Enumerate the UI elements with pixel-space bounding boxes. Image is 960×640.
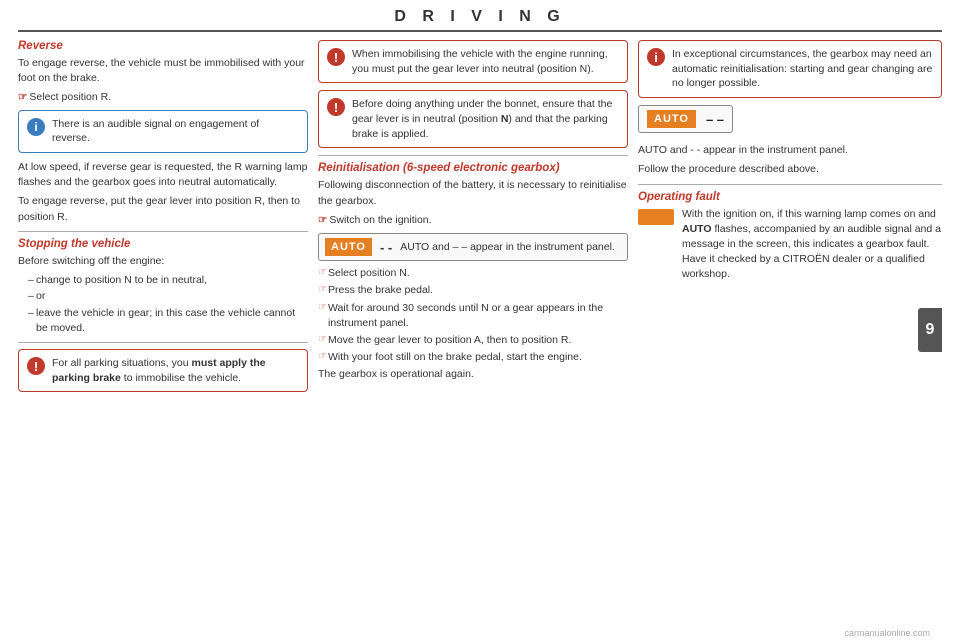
warn-icon-parking: !	[27, 357, 45, 375]
warn-icon-exceptional: i	[647, 48, 665, 66]
right-divider	[638, 184, 942, 185]
reverse-text3: To engage reverse, put the gear lever in…	[18, 194, 308, 224]
immobilise-warn-box: ! When immobilising the vehicle with the…	[318, 40, 628, 83]
operating-fault-content: With the ignition on, if this warning la…	[638, 207, 942, 287]
auto-dash-right: – –	[706, 112, 724, 127]
reinit-text1: Following disconnection of the battery, …	[318, 178, 628, 208]
reinit-step-1: Select position N.	[318, 266, 628, 281]
reinit-steps: Select position N. Press the brake pedal…	[318, 266, 628, 365]
reinit-title: Reinitialisation (6-speed electronic gea…	[318, 162, 628, 174]
reverse-text1: To engage reverse, the vehicle must be i…	[18, 56, 308, 86]
parking-warn-text: For all parking situations, you must app…	[52, 356, 299, 385]
auto-dash: - -	[380, 240, 392, 255]
warn-icon-bonnet: !	[327, 98, 345, 116]
stopping-bullet2: leave the vehicle in gear; in this case …	[28, 306, 308, 336]
stopping-bullet1: change to position N to be in neutral,	[28, 273, 308, 288]
auto-caption: AUTO and – – appear in the instrument pa…	[400, 240, 615, 255]
fault-lamp-indicator	[638, 209, 674, 225]
auto-badge-right: AUTO	[647, 110, 696, 128]
reverse-instruction: ☞Select position R.	[18, 90, 308, 105]
follow-text: Follow the procedure described above.	[638, 162, 942, 177]
page-number: 9	[918, 308, 942, 352]
middle-column: ! When immobilising the vehicle with the…	[318, 40, 628, 620]
stopping-title: Stopping the vehicle	[18, 238, 308, 250]
reverse-info-text: There is an audible signal on engagement…	[52, 117, 299, 146]
info-icon: i	[27, 118, 45, 136]
operating-fault-title: Operating fault	[638, 191, 942, 203]
exceptional-warn-text: In exceptional circumstances, the gearbo…	[672, 47, 933, 91]
reinit-instruction: ☞Switch on the ignition.	[318, 213, 628, 228]
main-content: Reverse To engage reverse, the vehicle m…	[18, 40, 942, 620]
reverse-title: Reverse	[18, 40, 308, 52]
right-column: i In exceptional circumstances, the gear…	[638, 40, 942, 620]
auto-panel-row: AUTO – –	[638, 105, 942, 138]
reinit-step-4: Move the gear lever to position A, then …	[318, 333, 628, 348]
bonnet-warn-text: Before doing anything under the bonnet, …	[352, 97, 619, 141]
reverse-text2: At low speed, if reverse gear is request…	[18, 160, 308, 190]
warn-icon-immobilise: !	[327, 48, 345, 66]
reinit-step-5: With your foot still on the brake pedal,…	[318, 350, 628, 365]
reinit-step-2: Press the brake pedal.	[318, 283, 628, 298]
mid-divider	[318, 155, 628, 156]
reinit-step-3: Wait for around 30 seconds until N or a …	[318, 301, 628, 331]
auto-display-block: AUTO - - AUTO and – – appear in the inst…	[318, 233, 628, 261]
page-header: D R I V I N G	[18, 0, 942, 32]
exceptional-warn-box: i In exceptional circumstances, the gear…	[638, 40, 942, 98]
operating-fault-text: With the ignition on, if this warning la…	[682, 207, 942, 283]
page: D R I V I N G Reverse To engage reverse,…	[0, 0, 960, 640]
watermark: carmanualonline.com	[844, 628, 930, 638]
parking-warn-box: ! For all parking situations, you must a…	[18, 349, 308, 392]
page-title: D R I V I N G	[18, 8, 942, 26]
reinit-final: The gearbox is operational again.	[318, 367, 628, 382]
divider1	[18, 231, 308, 232]
divider2	[18, 342, 308, 343]
stopping-list: change to position N to be in neutral, o…	[18, 273, 308, 336]
reverse-info-box: i There is an audible signal on engageme…	[18, 110, 308, 153]
auto-panel-text: AUTO and - - appear in the instrument pa…	[638, 143, 942, 158]
left-column: Reverse To engage reverse, the vehicle m…	[18, 40, 308, 620]
immobilise-warn-text: When immobilising the vehicle with the e…	[352, 47, 619, 76]
auto-badge: AUTO	[325, 238, 372, 256]
bonnet-warn-box: ! Before doing anything under the bonnet…	[318, 90, 628, 148]
stopping-subtitle: Before switching off the engine:	[18, 254, 308, 269]
stopping-bullet-or: or	[28, 289, 308, 304]
